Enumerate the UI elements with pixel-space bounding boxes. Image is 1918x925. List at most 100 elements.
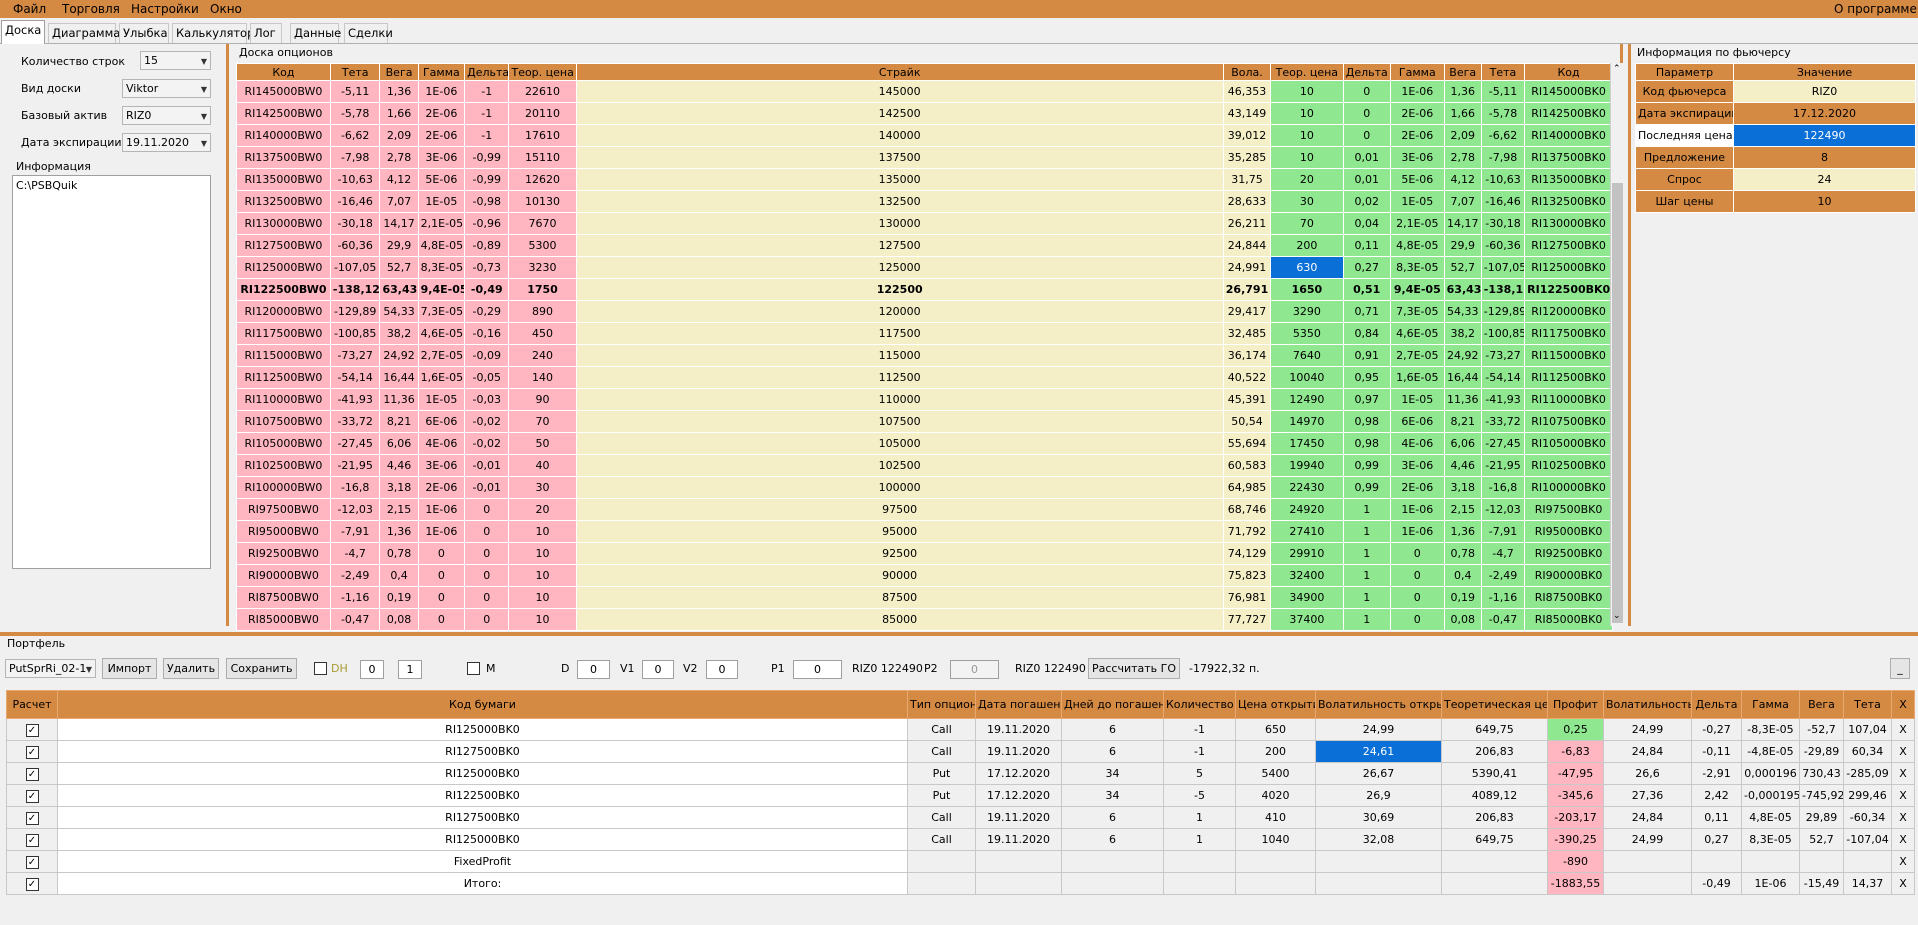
board-cell[interactable]: 125000 (575, 256, 1224, 279)
portfolio-select[interactable]: PutSprRi_02-1 ▼ (5, 659, 96, 678)
board-cell[interactable]: RI127500BW0 (236, 234, 331, 257)
board-cell[interactable]: 4,46 (1443, 454, 1482, 477)
board-cell[interactable]: -100,85 (1480, 322, 1526, 345)
board-cell[interactable]: 3E-06 (1389, 454, 1445, 477)
board-cell[interactable]: 4,46 (379, 454, 419, 477)
board-cell[interactable]: -1 (464, 124, 510, 147)
board-cell[interactable]: 122500 (575, 278, 1224, 301)
table-row[interactable]: RI145000BW0 -5,11 1,36 1E-06 -1 22610 145000 46… (236, 80, 1613, 103)
board-cell[interactable]: RI105000BK0 (1524, 432, 1613, 455)
board-cell[interactable]: 36,174 (1222, 344, 1272, 367)
board-cell[interactable]: 14,17 (1443, 212, 1482, 235)
board-cell[interactable]: 6,06 (1443, 432, 1482, 455)
board-cell[interactable]: -0,47 (329, 608, 381, 631)
board-cell[interactable]: RI122500BW0 (236, 278, 331, 301)
board-cell[interactable]: -138,12 (1480, 278, 1526, 301)
board-cell[interactable]: 0,04 (1342, 212, 1391, 235)
board-cell[interactable]: -27,45 (1480, 432, 1526, 455)
board-cell[interactable]: 0,99 (1342, 454, 1391, 477)
board-cell[interactable]: RI107500BK0 (1524, 410, 1613, 433)
board-cell[interactable]: 1 (1342, 520, 1391, 543)
board-cell[interactable]: 0,19 (1443, 586, 1482, 609)
board-cell[interactable]: 115000 (575, 344, 1224, 367)
board-cell[interactable]: RI137500BK0 (1524, 146, 1613, 169)
board-cell[interactable]: 2E-06 (1389, 124, 1445, 147)
table-row[interactable]: RI115000BW0 -73,27 24,92 2,7E-05 -0,09 240 115… (236, 344, 1613, 367)
board-cell[interactable]: 0,91 (1342, 344, 1391, 367)
board-cell[interactable]: 11,36 (379, 388, 419, 411)
board-cell[interactable]: 54,33 (379, 300, 419, 323)
board-header-cell[interactable]: Дельта (464, 63, 510, 81)
board-cell[interactable]: 1E-05 (1389, 190, 1445, 213)
board-cell[interactable]: -100,85 (329, 322, 381, 345)
board-cell[interactable]: RI130000BK0 (1524, 212, 1613, 235)
board-cell[interactable]: 0,99 (1342, 476, 1391, 499)
board-view-select[interactable]: Viktor ▼ (122, 79, 211, 98)
board-cell[interactable]: -54,14 (1480, 366, 1526, 389)
board-cell[interactable]: -54,14 (329, 366, 381, 389)
board-cell[interactable]: -1,16 (1480, 586, 1526, 609)
board-cell[interactable]: RI107500BW0 (236, 410, 331, 433)
table-row[interactable]: RI132500BW0 -16,46 7,07 1E-05 -0,98 10130 1325… (236, 190, 1613, 213)
board-cell[interactable]: -6,62 (329, 124, 381, 147)
board-cell[interactable]: RI110000BK0 (1524, 388, 1613, 411)
board-cell[interactable]: 0 (417, 564, 466, 587)
board-cell[interactable]: 17610 (508, 124, 577, 147)
board-cell[interactable]: RI145000BW0 (236, 80, 331, 103)
board-cell[interactable]: 17450 (1270, 432, 1344, 455)
board-cell[interactable]: 100000 (575, 476, 1224, 499)
table-row[interactable]: RI105000BW0 -27,45 6,06 4E-06 -0,02 50 105000 5… (236, 432, 1613, 455)
board-cell[interactable]: 29910 (1270, 542, 1344, 565)
table-row[interactable]: RI107500BW0 -33,72 8,21 6E-06 -0,02 70 107500 5… (236, 410, 1613, 433)
calc-checkbox-cell[interactable]: ✓ (6, 718, 58, 741)
board-cell[interactable]: 0 (464, 542, 510, 565)
board-cell[interactable]: -12,03 (1480, 498, 1526, 521)
board-cell[interactable]: RI145000BK0 (1524, 80, 1613, 103)
board-cell[interactable]: 2,15 (379, 498, 419, 521)
board-cell[interactable]: RI135000BK0 (1524, 168, 1613, 191)
table-row[interactable]: RI100000BW0 -16,8 3,18 2E-06 -0,01 30 100000 64… (236, 476, 1613, 499)
board-cell[interactable]: 1,66 (379, 102, 419, 125)
board-cell[interactable]: 3E-06 (1389, 146, 1445, 169)
board-cell[interactable]: 1,36 (379, 80, 419, 103)
board-cell[interactable]: -0,09 (464, 344, 510, 367)
board-cell[interactable]: -16,8 (1480, 476, 1526, 499)
board-cell[interactable]: -0,96 (464, 212, 510, 235)
board-cell[interactable]: 50,54 (1222, 410, 1272, 433)
remove-row-button[interactable]: X (1891, 872, 1915, 895)
board-cell[interactable]: 200 (1270, 234, 1344, 257)
board-cell[interactable]: -0,73 (464, 256, 510, 279)
board-cell[interactable]: 30 (1270, 190, 1344, 213)
board-cell[interactable]: 0,84 (1342, 322, 1391, 345)
board-cell[interactable]: 2,78 (379, 146, 419, 169)
board-cell[interactable]: RI120000BW0 (236, 300, 331, 323)
board-cell[interactable]: 120000 (575, 300, 1224, 323)
board-cell[interactable]: 0 (417, 586, 466, 609)
base-asset-select[interactable]: RIZ0 ▼ (122, 106, 211, 125)
board-cell[interactable]: 38,2 (1443, 322, 1482, 345)
board-cell[interactable]: 0,01 (1342, 168, 1391, 191)
board-cell[interactable]: 0 (1389, 608, 1445, 631)
menu-trade[interactable]: Торговля (62, 2, 120, 16)
board-cell[interactable]: 12490 (1270, 388, 1344, 411)
board-cell[interactable]: RI122500BK0 (1524, 278, 1613, 301)
board-cell[interactable]: 145000 (575, 80, 1224, 103)
board-cell[interactable]: -0,03 (464, 388, 510, 411)
board-header-cell[interactable]: Теор. цена (508, 63, 577, 81)
board-cell[interactable]: 10 (508, 608, 577, 631)
board-cell[interactable]: 52,7 (379, 256, 419, 279)
board-cell[interactable]: RI117500BK0 (1524, 322, 1613, 345)
board-cell[interactable]: 0,4 (1443, 564, 1482, 587)
board-cell[interactable]: 32,485 (1222, 322, 1272, 345)
table-row[interactable]: ✓ RI122500BK0 Put 17.12.2020 34 -5 4020 26,9 408… (6, 784, 1915, 807)
board-cell[interactable]: 1,66 (1443, 102, 1482, 125)
board-cell[interactable]: 1,6E-05 (1389, 366, 1445, 389)
board-cell[interactable]: 0 (464, 520, 510, 543)
minimize-button[interactable]: _ (1890, 658, 1910, 679)
board-cell[interactable]: 140 (508, 366, 577, 389)
board-cell[interactable]: -30,18 (1480, 212, 1526, 235)
menu-file[interactable]: Файл (13, 2, 46, 16)
p1-input[interactable]: 0 (793, 660, 842, 679)
board-cell[interactable]: RI115000BK0 (1524, 344, 1613, 367)
calc-checkbox[interactable]: ✓ (25, 855, 39, 869)
